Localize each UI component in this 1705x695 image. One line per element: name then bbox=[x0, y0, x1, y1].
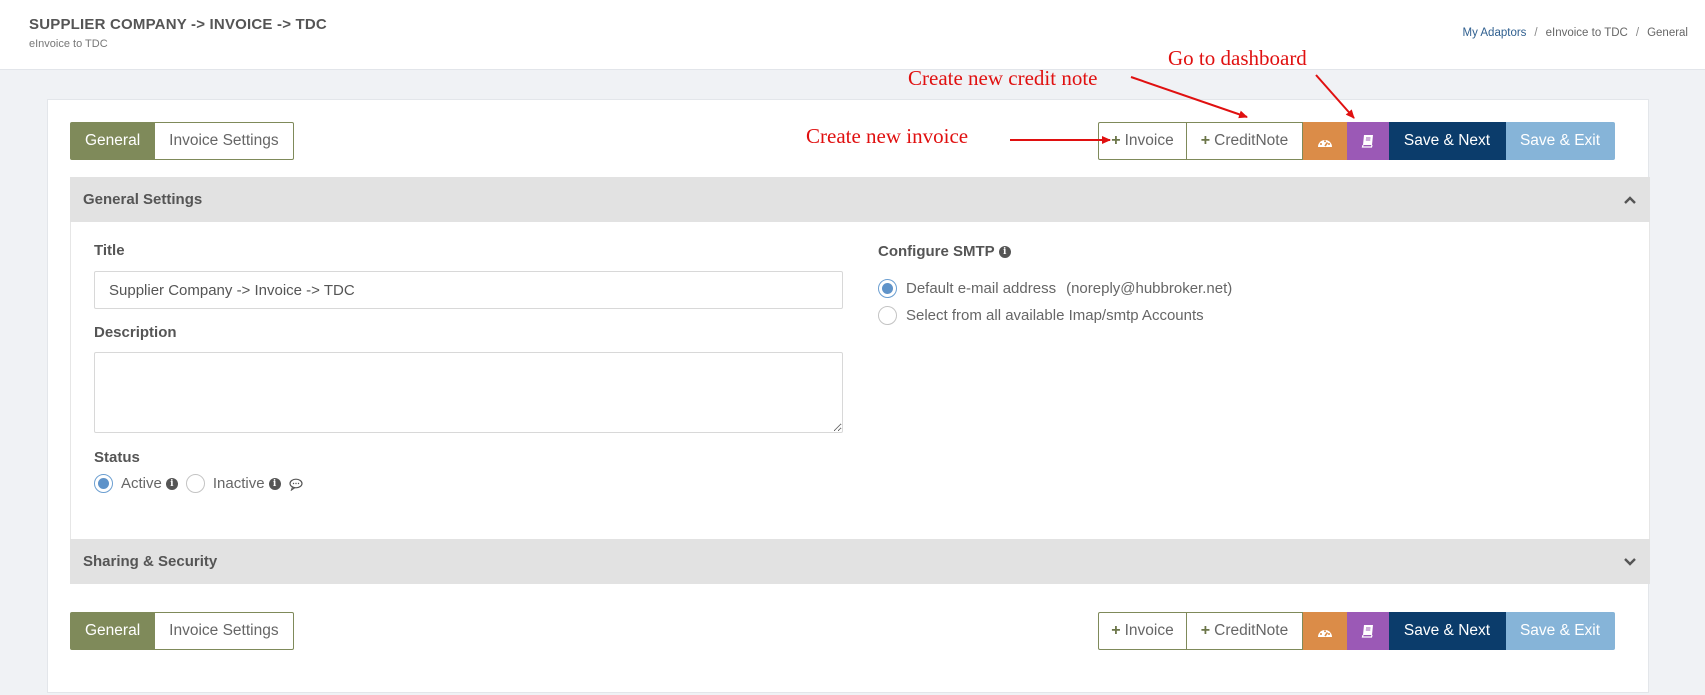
tab-bar-bottom: General Invoice Settings bbox=[70, 612, 294, 650]
new-creditnote-label: CreditNote bbox=[1214, 622, 1289, 639]
breadcrumb: My Adaptors / eInvoice to TDC / General bbox=[1463, 27, 1689, 39]
status-inactive-label: Inactive bbox=[212, 475, 265, 492]
info-icon: i bbox=[998, 245, 1011, 258]
new-invoice-label: Invoice bbox=[1124, 622, 1174, 639]
new-creditnote-label: CreditNote bbox=[1214, 132, 1289, 149]
tab-general[interactable]: General bbox=[70, 122, 156, 160]
smtp-label: Configure SMTP bbox=[878, 243, 995, 260]
annotation-go-dashboard: Go to dashboard bbox=[1168, 46, 1307, 70]
documentation-button[interactable] bbox=[1347, 612, 1389, 650]
description-label: Description bbox=[94, 324, 177, 341]
title-input[interactable] bbox=[94, 271, 843, 309]
toolbar-bottom: + Invoice + CreditNote Save & Next Save bbox=[1098, 612, 1615, 650]
general-settings-body: Title Description Status Active i Inacti… bbox=[70, 222, 1650, 539]
breadcrumb-separator: / bbox=[1534, 27, 1538, 39]
description-textarea[interactable] bbox=[94, 352, 843, 433]
dashboard-icon bbox=[1317, 139, 1332, 147]
smtp-select-label: Select from all available Imap/smtp Acco… bbox=[906, 307, 1204, 324]
tab-general[interactable]: General bbox=[70, 612, 156, 650]
main-card: General Invoice Settings + Invoice + Cre… bbox=[47, 99, 1650, 693]
book-icon bbox=[1361, 135, 1373, 148]
smtp-select-row: Select from all available Imap/smtp Acco… bbox=[878, 306, 1204, 325]
save-next-button[interactable]: Save & Next bbox=[1389, 612, 1506, 650]
info-icon: i bbox=[268, 477, 281, 490]
status-active-label: Active bbox=[121, 475, 162, 492]
status-radio-group: Active i Inactive i bbox=[94, 474, 303, 493]
new-creditnote-button[interactable]: + CreditNote bbox=[1187, 122, 1303, 160]
sharing-security-header[interactable]: Sharing & Security bbox=[70, 539, 1650, 584]
toolbar-top: + Invoice + CreditNote Save & Next Save bbox=[1098, 122, 1615, 160]
status-label: Status bbox=[94, 449, 140, 466]
sharing-security-title: Sharing & Security bbox=[83, 553, 218, 570]
comment-icon[interactable] bbox=[288, 478, 303, 491]
smtp-select-radio[interactable] bbox=[878, 306, 897, 325]
smtp-default-email: (noreply@hubbroker.net) bbox=[1066, 280, 1233, 297]
breadcrumb-einvoice[interactable]: eInvoice to TDC bbox=[1546, 27, 1628, 39]
page-subtitle: eInvoice to TDC bbox=[29, 38, 108, 50]
documentation-button[interactable] bbox=[1347, 122, 1389, 160]
dashboard-button[interactable] bbox=[1303, 122, 1347, 160]
annotation-create-creditnote: Create new credit note bbox=[908, 66, 1098, 90]
status-active-radio[interactable] bbox=[94, 474, 113, 493]
smtp-default-row: Default e-mail address (noreply@hubbroke… bbox=[878, 279, 1232, 298]
book-icon bbox=[1361, 625, 1373, 638]
tab-bar-top: General Invoice Settings bbox=[70, 122, 294, 160]
breadcrumb-separator: / bbox=[1635, 27, 1640, 39]
status-inactive-radio[interactable] bbox=[185, 474, 205, 493]
new-invoice-label: Invoice bbox=[1124, 132, 1174, 149]
general-settings-header[interactable]: General Settings bbox=[70, 177, 1650, 222]
plus-icon: + bbox=[1200, 132, 1211, 149]
page-header: SUPPLIER COMPANY -> INVOICE -> TDC eInvo… bbox=[0, 0, 1705, 70]
breadcrumb-my-adaptors[interactable]: My Adaptors bbox=[1463, 27, 1527, 39]
breadcrumb-current: General bbox=[1647, 27, 1688, 39]
title-label: Title bbox=[94, 242, 125, 259]
chevron-up-icon[interactable] bbox=[1623, 193, 1637, 207]
save-exit-button[interactable]: Save & Exit bbox=[1506, 612, 1615, 650]
save-exit-button[interactable]: Save & Exit bbox=[1506, 122, 1615, 160]
new-creditnote-button[interactable]: + CreditNote bbox=[1187, 612, 1303, 650]
chevron-down-icon[interactable] bbox=[1623, 555, 1637, 569]
info-icon: i bbox=[165, 477, 178, 490]
general-settings-title: General Settings bbox=[83, 191, 203, 208]
tab-invoice-settings[interactable]: Invoice Settings bbox=[155, 122, 294, 160]
plus-icon: + bbox=[1200, 622, 1211, 639]
smtp-default-radio[interactable] bbox=[878, 279, 897, 298]
plus-icon: + bbox=[1111, 132, 1121, 149]
plus-icon: + bbox=[1111, 622, 1121, 639]
dashboard-icon bbox=[1317, 629, 1332, 637]
new-invoice-button[interactable]: + Invoice bbox=[1098, 122, 1187, 160]
smtp-default-label: Default e-mail address bbox=[906, 280, 1057, 297]
new-invoice-button[interactable]: + Invoice bbox=[1098, 612, 1187, 650]
tab-invoice-settings[interactable]: Invoice Settings bbox=[155, 612, 294, 650]
dashboard-button[interactable] bbox=[1303, 612, 1347, 650]
annotation-create-invoice: Create new invoice bbox=[806, 124, 969, 148]
page-title: SUPPLIER COMPANY -> INVOICE -> TDC bbox=[29, 16, 327, 33]
save-next-button[interactable]: Save & Next bbox=[1389, 122, 1506, 160]
smtp-label-row: Configure SMTP i bbox=[878, 243, 1011, 260]
